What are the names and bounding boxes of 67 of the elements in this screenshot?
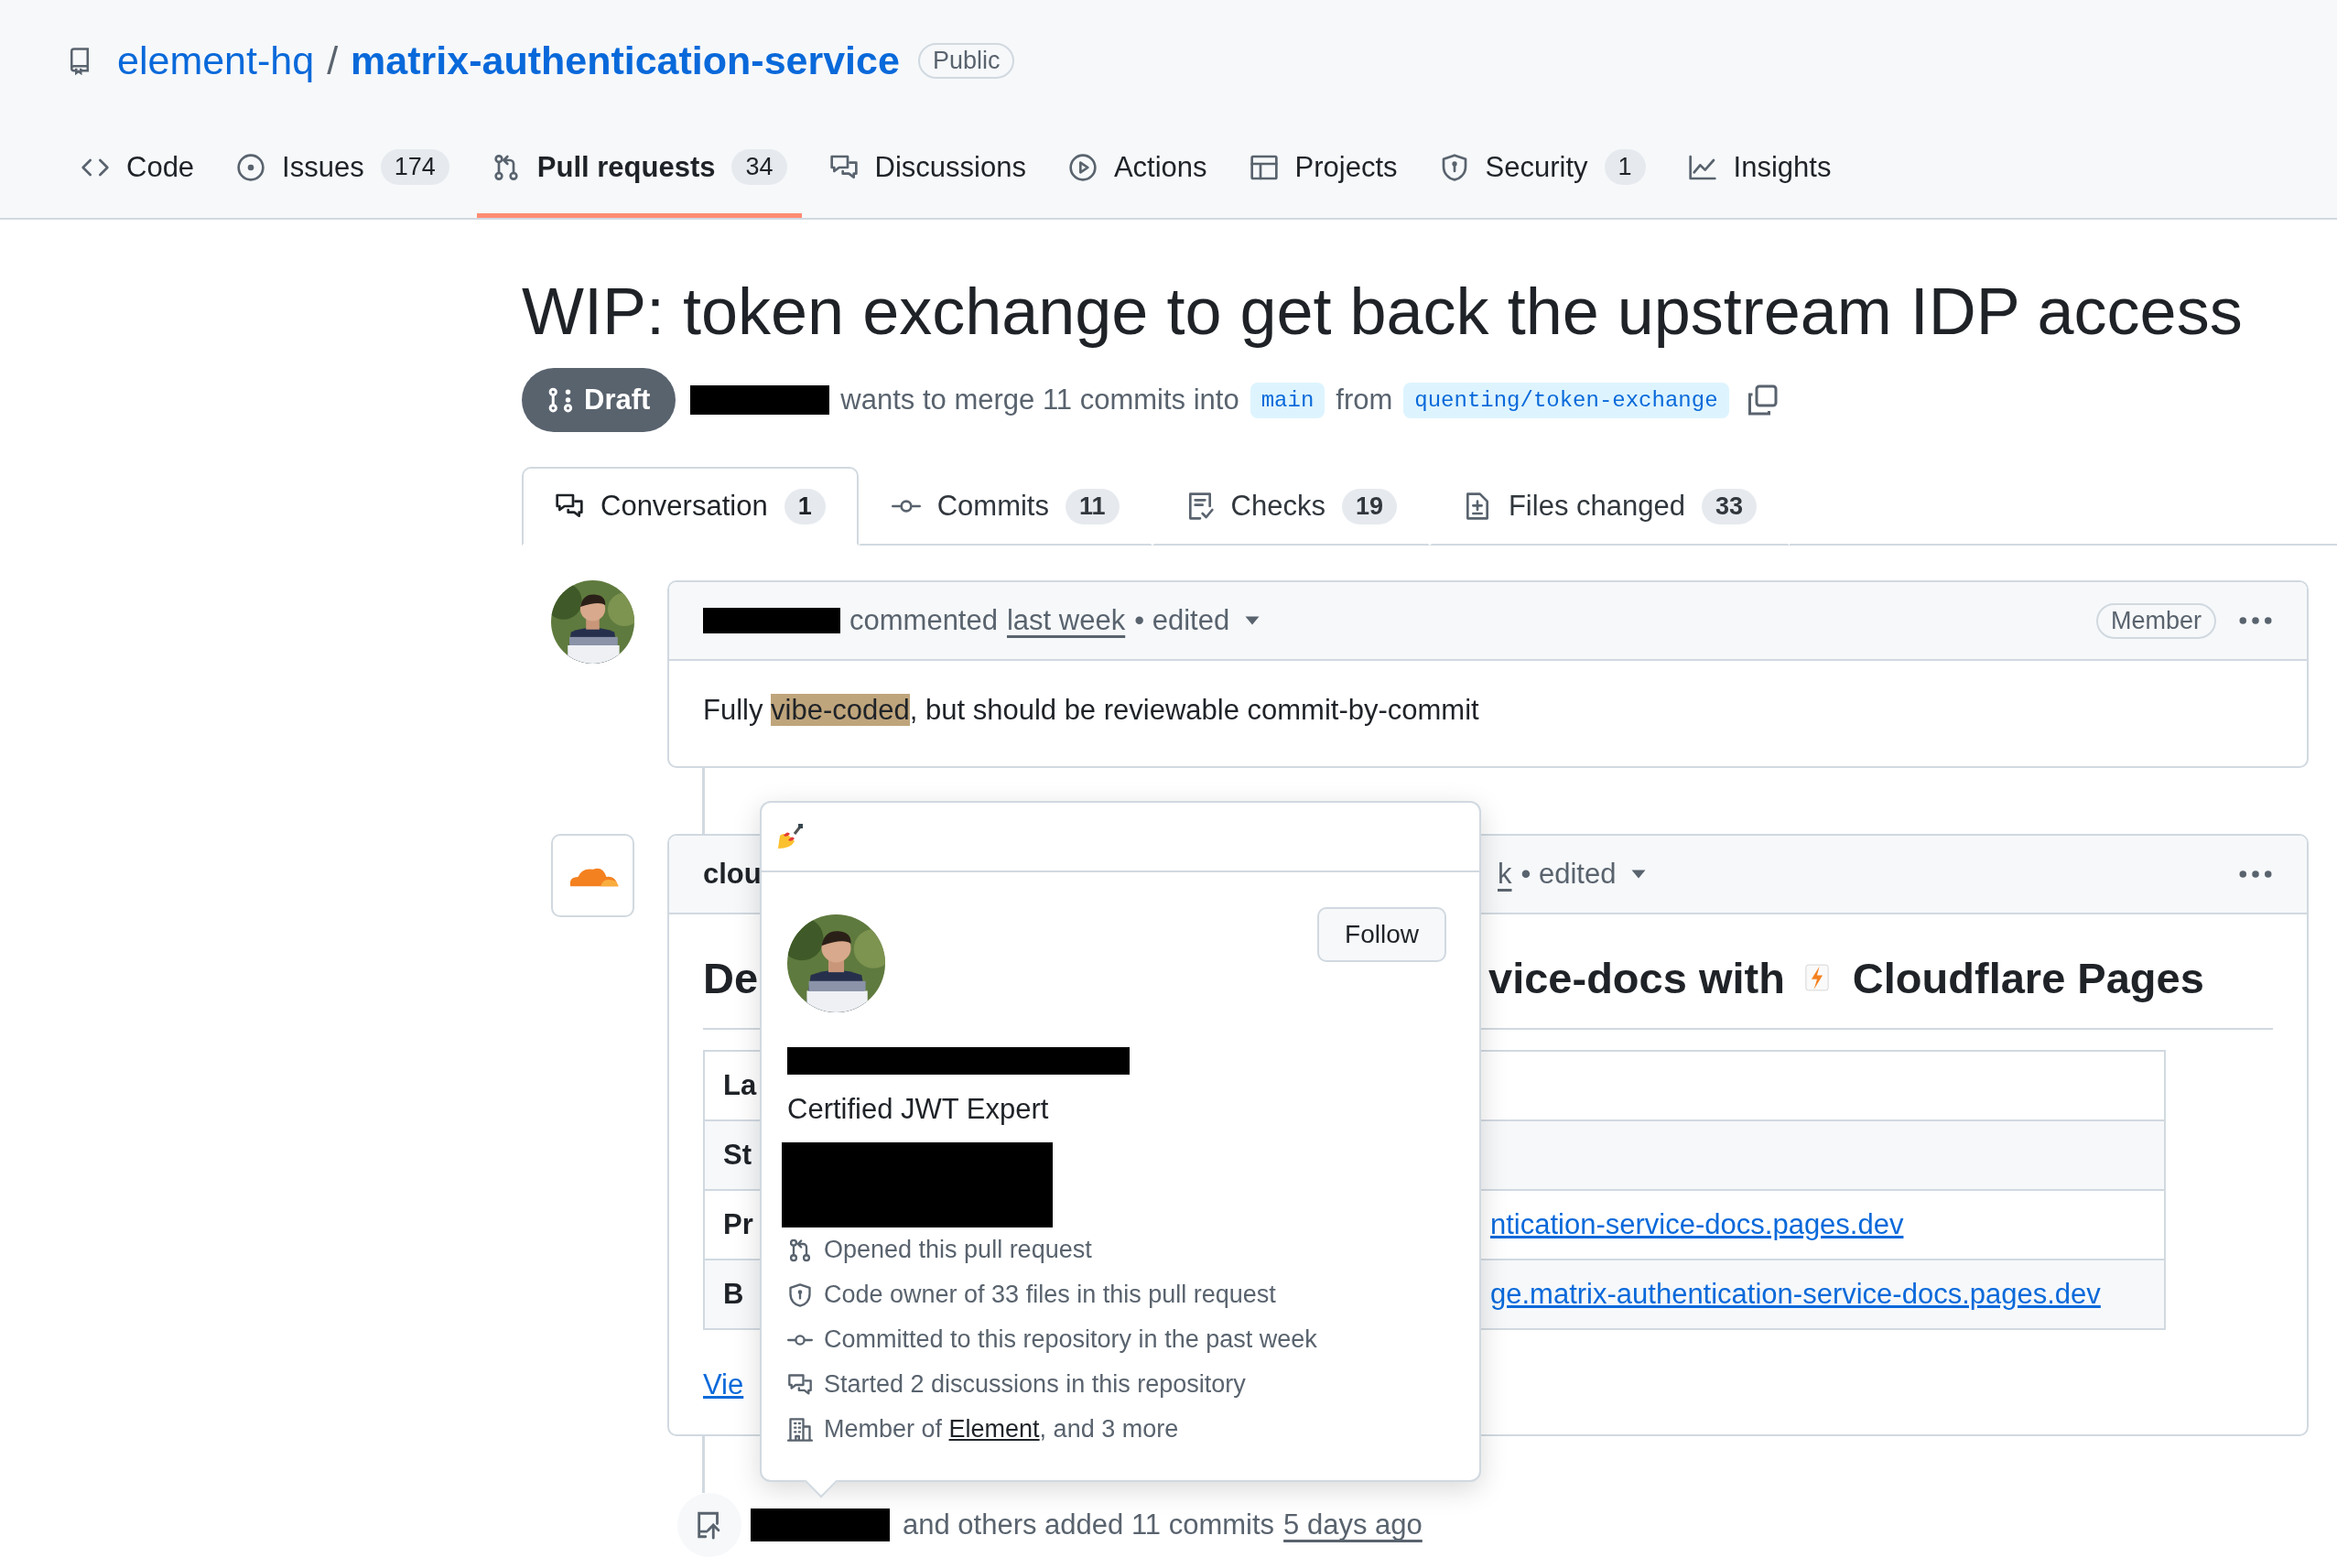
pr-tab[interactable]: Files changed 33 xyxy=(1429,467,1790,546)
pr-tab[interactable]: Commits 11 xyxy=(858,467,1152,546)
nail-polish-icon xyxy=(776,823,804,851)
profile-fact: Member of Element, and 3 more xyxy=(824,1415,1179,1444)
count-badge: 34 xyxy=(731,149,787,185)
timestamp-link[interactable]: 5 days ago xyxy=(1283,1509,1423,1542)
pr-tab[interactable]: Conversation 1 xyxy=(522,467,859,546)
from-label: from xyxy=(1336,384,1393,416)
edited-label: • edited xyxy=(1134,604,1230,637)
comment-text: Fully vibe-coded, but should be reviewable commit-by-commit xyxy=(703,693,1480,728)
more-icon[interactable] xyxy=(2238,616,2273,625)
nav-tab[interactable]: Security 1 xyxy=(1424,121,1661,218)
role-badge: Member xyxy=(2095,602,2216,639)
profile-fact: Code owner of 33 files in this pull request xyxy=(824,1281,1276,1310)
profile-fact: Committed to this repository in the past week xyxy=(824,1325,1317,1355)
lightning-icon xyxy=(1804,963,1829,993)
branch-label[interactable]: quenting/token-exchange xyxy=(1403,382,1729,418)
pr-title: WIP: token exchange to get back the upstream IDP access xyxy=(522,274,2244,350)
shield-icon xyxy=(787,1281,813,1308)
merge-summary: wants to merge 11 commits into xyxy=(840,384,1239,416)
comment-action: commented xyxy=(849,604,998,637)
heading-text: Cloudflare Pages xyxy=(1852,952,2204,1003)
heading-text: De xyxy=(703,952,759,1003)
nav-tab[interactable]: Discussions xyxy=(814,121,1041,218)
table-cell: St xyxy=(723,1139,752,1173)
building-icon xyxy=(787,1416,813,1443)
caret-icon[interactable] xyxy=(1244,615,1261,626)
pr-tab[interactable]: Checks 19 xyxy=(1152,467,1430,546)
url-link[interactable]: ge.matrix-authentication-service-docs.pages.dev xyxy=(1490,1278,2101,1312)
url-link[interactable]: ntication-service-docs.pages.dev xyxy=(1490,1208,1904,1242)
more-icon[interactable] xyxy=(2238,870,2273,880)
caret-icon[interactable] xyxy=(1630,869,1648,881)
branch-label[interactable]: main xyxy=(1250,382,1325,418)
draft-status-badge: Draft xyxy=(522,368,676,432)
timestamp-link[interactable]: k xyxy=(1498,858,1512,892)
visibility-badge: Public xyxy=(917,42,1015,79)
timestamp-link[interactable]: last week xyxy=(1006,604,1126,637)
organization-link[interactable]: Element xyxy=(948,1415,1040,1444)
count-badge: 174 xyxy=(380,149,449,185)
nav-tab[interactable]: Actions xyxy=(1053,121,1222,218)
nav-tab[interactable]: Insights xyxy=(1672,121,1846,218)
view-link[interactable]: Vie xyxy=(703,1368,744,1402)
profile-fact: Opened this pull request xyxy=(824,1236,1092,1265)
repo-name-link[interactable]: matrix-authentication-service xyxy=(351,38,900,83)
nav-tab[interactable]: Pull requests 34 xyxy=(476,121,802,218)
pr-icon xyxy=(787,1237,813,1263)
table-cell: Pr xyxy=(723,1208,753,1242)
count-badge: 1 xyxy=(784,488,826,524)
count-badge: 1 xyxy=(1604,149,1646,185)
owner-link[interactable]: element-hq xyxy=(117,38,315,83)
count-badge: 11 xyxy=(1065,488,1120,524)
table-cell: La xyxy=(723,1069,757,1103)
table-cell: B xyxy=(723,1278,744,1312)
profile-fact: Started 2 discussions in this repository xyxy=(824,1370,1246,1400)
issue-icon xyxy=(236,152,266,182)
heading-text: vice-docs with xyxy=(1488,952,1785,1003)
nav-tab[interactable]: Code xyxy=(66,121,210,218)
event-text: and others added 11 commits xyxy=(903,1509,1275,1542)
count-badge: 33 xyxy=(1701,488,1757,524)
edited-label: • edited xyxy=(1520,858,1617,892)
count-badge: 19 xyxy=(1341,488,1397,524)
nav-tab[interactable]: Issues 174 xyxy=(222,121,464,218)
path-separator: / xyxy=(327,38,339,83)
play-icon xyxy=(1067,152,1098,182)
follow-button[interactable]: Follow xyxy=(1317,907,1446,963)
user-bio: Certified JWT Expert xyxy=(787,1093,1050,1127)
nav-tab[interactable]: Projects xyxy=(1234,121,1412,218)
